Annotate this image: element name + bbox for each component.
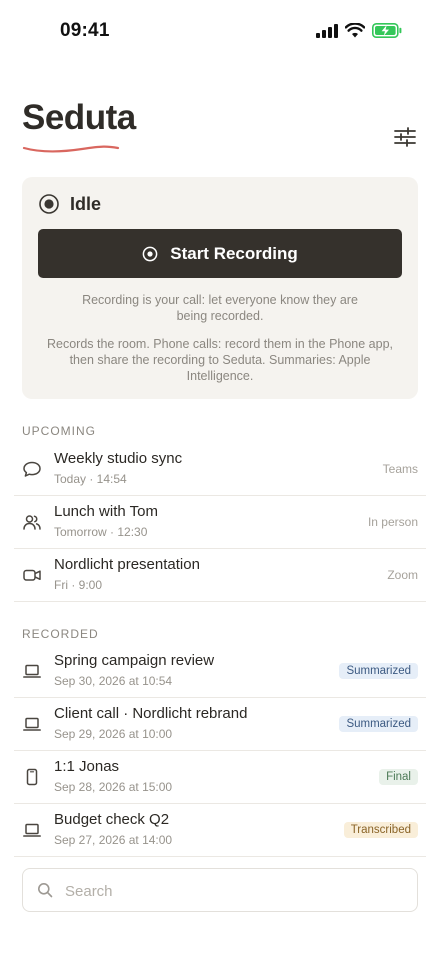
search-input[interactable] — [63, 869, 407, 913]
sliders-icon — [394, 127, 416, 147]
item-title: 1:1 Jonas — [54, 758, 120, 775]
title-underline — [22, 145, 120, 153]
people-icon — [23, 515, 41, 530]
status-badge: Transcribed — [343, 822, 418, 838]
filter-settings-button[interactable] — [392, 124, 418, 150]
item-date: Sep 29, 2026 at 10:00 — [54, 727, 173, 741]
item-title: Nordlicht presentation — [54, 556, 200, 573]
recording-item[interactable]: Budget check Q2 Sep 27, 2026 at 14:00 Tr… — [14, 804, 426, 857]
status-time: 09:41 — [60, 20, 110, 41]
item-title: Budget check Q2 — [54, 811, 170, 828]
status-bar: 09:41 — [0, 0, 440, 64]
item-time: Today · 14:54 — [54, 472, 127, 486]
battery-charging-icon — [372, 23, 402, 38]
item-location: In person — [367, 515, 418, 529]
upcoming-header: UPCOMING — [22, 424, 96, 438]
page-title: Seduta — [22, 98, 136, 137]
item-title: Weekly studio sync — [54, 450, 183, 467]
status-badge: Final — [379, 769, 418, 785]
record-icon — [142, 246, 158, 261]
record-status-icon — [39, 194, 59, 214]
wifi-icon — [345, 23, 365, 38]
recorder-card: Idle Start Recording Recording is your c… — [22, 177, 418, 399]
upcoming-item[interactable]: Weekly studio sync Today · 14:54 Teams — [14, 443, 426, 496]
upcoming-item[interactable]: Nordlicht presentation Fri · 9:00 Zoom — [14, 549, 426, 602]
video-camera-icon — [23, 569, 41, 581]
laptop-icon — [23, 664, 41, 678]
status-badge: Summarized — [339, 716, 418, 732]
state-label: Idle — [70, 193, 102, 214]
item-date: Sep 28, 2026 at 15:00 — [54, 780, 173, 794]
recorder-state: Idle — [38, 193, 101, 215]
laptop-icon — [23, 717, 41, 731]
recording-item[interactable]: Client call · Nordlicht rebrand Sep 29, … — [14, 698, 426, 751]
consent-note: Recording is your call: let everyone kno… — [82, 293, 358, 323]
item-title: Client call · Nordlicht rebrand — [54, 705, 248, 722]
item-title: Lunch with Tom — [54, 503, 158, 520]
status-badge: Summarized — [339, 663, 418, 679]
item-title: Spring campaign review — [54, 652, 215, 669]
chat-bubble-icon — [23, 461, 41, 477]
search-bar[interactable] — [22, 868, 418, 913]
start-recording-label: Start Recording — [170, 243, 298, 263]
recording-item[interactable]: 1:1 Jonas Sep 28, 2026 at 15:00 Final — [14, 751, 426, 804]
recording-item[interactable]: Spring campaign review Sep 30, 2026 at 1… — [14, 645, 426, 698]
search-icon — [38, 883, 53, 898]
phone-icon — [26, 768, 38, 786]
item-location: Zoom — [387, 568, 418, 582]
upcoming-item[interactable]: Lunch with Tom Tomorrow · 12:30 In perso… — [14, 496, 426, 549]
item-time: Tomorrow · 12:30 — [54, 525, 148, 539]
status-icons — [316, 23, 402, 38]
info-note: Records the room. Phone calls: record th… — [46, 337, 394, 383]
recorded-header: RECORDED — [22, 627, 99, 641]
laptop-icon — [23, 823, 41, 837]
start-recording-button[interactable]: Start Recording — [38, 229, 402, 278]
item-date: Sep 27, 2026 at 14:00 — [54, 833, 173, 847]
item-date: Sep 30, 2026 at 10:54 — [54, 674, 173, 688]
item-location: Teams — [382, 462, 418, 476]
cellular-signal-icon — [316, 23, 338, 38]
item-time: Fri · 9:00 — [54, 578, 103, 592]
